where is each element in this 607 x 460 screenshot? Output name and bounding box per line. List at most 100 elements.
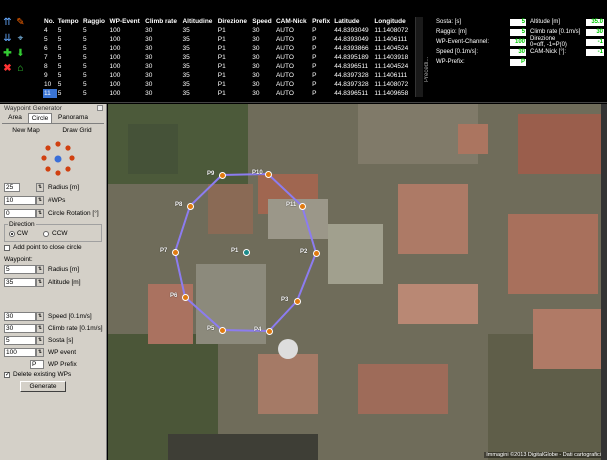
speed-input[interactable]: 30 [4, 312, 36, 321]
add-icon[interactable]: ✚ [2, 48, 13, 59]
wp-radius-input[interactable]: 5 [4, 265, 36, 274]
wp-event-input[interactable]: 100 [4, 348, 36, 357]
table-row[interactable]: 10 5 5 100 30 35 P1 30 AUTO P 44.8397328 11.1408072 [43, 80, 413, 89]
param-value[interactable]: 30 [586, 29, 604, 36]
close-icon[interactable] [97, 105, 103, 111]
rotation-spin-button[interactable]: ⇅ [36, 209, 44, 218]
column-header[interactable]: Climb rate [144, 17, 181, 26]
param-value[interactable]: -1 [586, 49, 604, 56]
column-header[interactable]: Prefix [311, 17, 333, 26]
waypoint-marker[interactable] [219, 172, 226, 179]
rotation-input[interactable]: 0 [4, 209, 36, 218]
column-header[interactable]: Latitude [333, 17, 373, 26]
radius-spin-button[interactable]: ⇅ [36, 183, 44, 192]
waypoint-marker[interactable] [299, 203, 306, 210]
tab-area[interactable]: Area [4, 113, 26, 123]
wp-radius-spin-button[interactable]: ⇅ [36, 265, 44, 274]
home-icon[interactable]: ⌂ [15, 63, 26, 74]
speed-label: Speed [0.1m/s] [48, 313, 92, 320]
table-cell: 7 [44, 54, 48, 61]
move-down-icon[interactable]: ⇊ [2, 33, 13, 44]
waypoint-marker[interactable] [219, 327, 226, 334]
table-row[interactable]: 11 5 5 100 30 35 P1 30 AUTO P 44.8396511 11.1409658 [43, 89, 413, 98]
table-cell: 5 [57, 63, 62, 70]
param-value[interactable]: 30 [510, 49, 526, 56]
new-map-button[interactable]: New Map [5, 127, 47, 137]
table-row[interactable]: 5 5 5 100 30 35 P1 30 AUTO P 44.8393049 11.1406111 [43, 35, 413, 44]
table-cell: 8 [44, 63, 48, 70]
sosta-input[interactable]: 5 [4, 336, 36, 345]
table-row[interactable]: 7 5 5 100 30 35 P1 30 AUTO P 44.8395189 11.1403918 [43, 53, 413, 62]
param-label: Speed [0.1m/s]: [436, 49, 479, 55]
table-cell: 5 [57, 27, 62, 34]
map-scrollbar[interactable] [601, 104, 607, 460]
param-value[interactable]: -1 [586, 39, 604, 46]
waypoint-marker[interactable] [313, 250, 320, 257]
wp-event-spin-button[interactable]: ⇅ [36, 348, 44, 357]
table-cell: P1 [217, 90, 226, 97]
wps-spin-button[interactable]: ⇅ [36, 196, 44, 205]
table-cell: P1 [217, 72, 226, 79]
waypoint-marker[interactable] [294, 298, 301, 305]
edit-icon[interactable]: ✎ [15, 17, 26, 28]
param-value[interactable]: 100 [510, 39, 526, 46]
table-row[interactable]: 9 5 5 100 30 35 P1 30 AUTO P 44.8397328 11.1406111 [43, 71, 413, 80]
waypoint-icon[interactable]: ⌖ [15, 33, 26, 44]
download-icon[interactable]: ⬇ [15, 48, 26, 59]
tab-circle[interactable]: Circle [28, 113, 52, 123]
move-up-icon[interactable]: ⇈ [2, 17, 13, 28]
table-cell: 5 [57, 54, 62, 61]
table-row[interactable]: 4 5 5 100 30 35 P1 30 AUTO P 44.8393049 11.1408072 [43, 26, 413, 35]
param-value[interactable]: 5 [510, 19, 526, 26]
column-header[interactable]: Speed [251, 17, 275, 26]
column-header[interactable]: Tempo [57, 17, 82, 26]
draw-grid-button[interactable]: Draw Grid [56, 127, 98, 137]
waypoint-generator-panel: Waypoint Generator Area Circle Panorama … [0, 104, 107, 460]
param-value[interactable]: 35.0 [586, 19, 604, 26]
waypoint-marker[interactable] [187, 203, 194, 210]
param-value[interactable]: P [510, 59, 526, 66]
wps-count-input[interactable]: 10 [4, 196, 36, 205]
climb-rate-spin-button[interactable]: ⇅ [36, 324, 44, 333]
table-cell: 11.1409658 [374, 90, 409, 97]
speed-spin-button[interactable]: ⇅ [36, 312, 44, 321]
table-row[interactable]: 8 5 5 100 30 35 P1 30 AUTO P 44.8396511 11.1404524 [43, 62, 413, 71]
waypoint-marker[interactable] [172, 249, 179, 256]
param-value[interactable]: 5 [510, 29, 526, 36]
column-header[interactable]: No. [43, 17, 57, 26]
table-scrollbar[interactable] [415, 17, 423, 97]
wp-prefix-input[interactable]: P [30, 360, 44, 369]
table-cell: AUTO [275, 63, 294, 70]
climb-rate-input[interactable]: 30 [4, 324, 36, 333]
radius-input[interactable]: 25 [4, 183, 20, 192]
altitude-spin-button[interactable]: ⇅ [36, 278, 44, 287]
add-point-checkbox[interactable] [4, 245, 10, 251]
waypoint-list-panel: ⇈ ✎ ⇊ ⌖ ✚ ⬇ ✖ ⌂ No. Tempo Raggio WP-Event Cl… [0, 0, 607, 103]
column-header[interactable]: Altitudine [181, 17, 216, 26]
cw-radio[interactable] [9, 231, 15, 237]
table-cell: 44.8396511 [334, 90, 369, 97]
waypoint-marker[interactable] [182, 294, 189, 301]
ccw-radio[interactable] [43, 231, 49, 237]
column-header[interactable]: Raggio [82, 17, 109, 26]
column-header[interactable]: CAM-Nick [275, 17, 311, 26]
waypoint-marker[interactable] [243, 249, 250, 256]
table-row[interactable]: 6 5 5 100 30 35 P1 30 AUTO P 44.8393866 11.1404524 [43, 44, 413, 53]
sosta-spin-button[interactable]: ⇅ [36, 336, 44, 345]
column-header[interactable]: Direzione [217, 17, 252, 26]
delete-icon[interactable]: ✖ [2, 63, 13, 74]
delete-existing-checkbox[interactable]: ✓ [4, 372, 10, 378]
table-cell: P1 [217, 27, 226, 34]
table-cell: AUTO [275, 54, 294, 61]
tab-panorama[interactable]: Panorama [56, 113, 90, 123]
side-tab[interactable]: Precedi... [424, 55, 432, 83]
satellite-map[interactable]: P1 P2 P3 P4 P5 P6 P7 P8 P9 P10 P11 Immagini ©2013 … [108, 104, 607, 460]
waypoint-marker[interactable] [266, 328, 273, 335]
waypoint-marker[interactable] [265, 171, 272, 178]
column-header[interactable]: Longitude [373, 17, 413, 26]
sosta-label: Sosta [s] [48, 337, 74, 344]
altitude-input[interactable]: 35 [4, 278, 36, 287]
generate-button[interactable]: Generate [20, 381, 66, 392]
table-cell: 5 [57, 45, 62, 52]
column-header[interactable]: WP-Event [108, 17, 144, 26]
